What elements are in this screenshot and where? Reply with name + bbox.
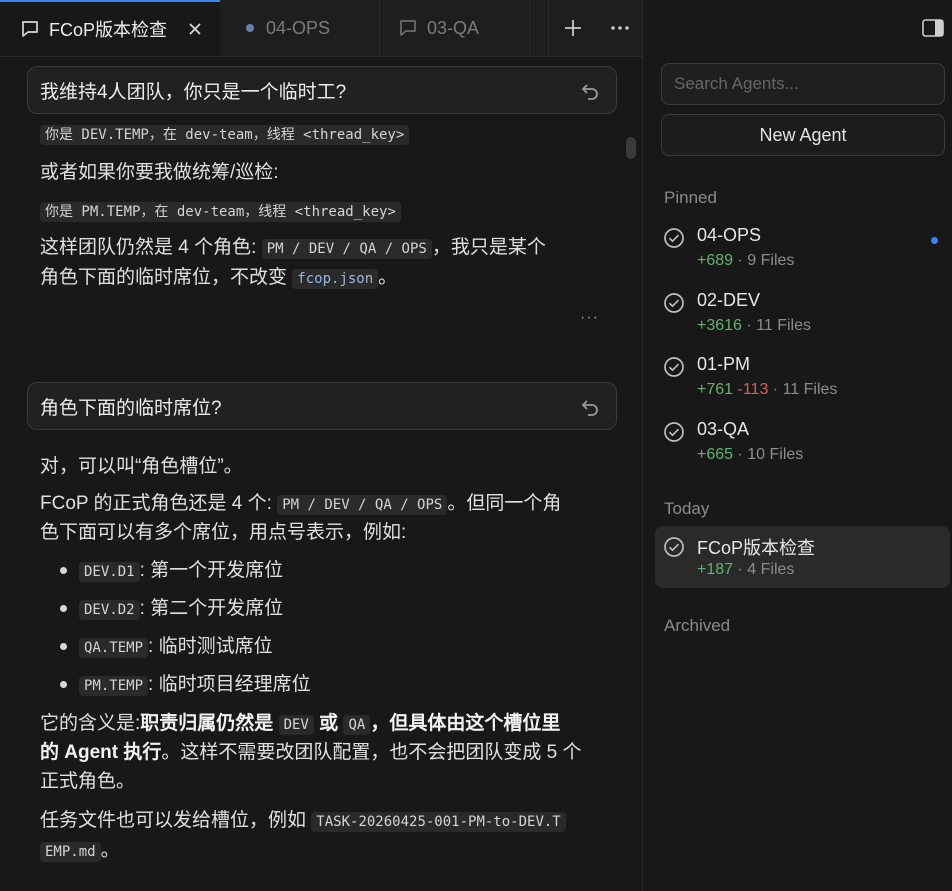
list-item: QA.TEMP: 临时测试席位 — [79, 632, 273, 663]
check-circle-icon — [664, 537, 684, 557]
tab-bar: FCoP版本检查 04-OPS 03-QA — [0, 0, 642, 57]
paragraph: EMP.md。 — [40, 836, 120, 867]
user-message[interactable]: 角色下面的临时席位? — [27, 382, 617, 430]
dot-icon — [246, 24, 254, 32]
agent-item-01-pm[interactable]: 01-PM +761 -113 · 11 Files — [655, 346, 950, 408]
agents-sidebar: New Agent Pinned 04-OPS +689 · 9 Files 0… — [643, 0, 952, 891]
pinned-section-title: Pinned — [664, 188, 717, 207]
chat-icon — [22, 21, 38, 37]
archived-section-title[interactable]: Archived — [664, 616, 730, 636]
message-more-icon[interactable]: ··· — [580, 309, 599, 327]
user-message-text: 我维持4人团队，你只是一个临时工? — [40, 81, 347, 103]
agent-stats: +665 · 10 Files — [697, 446, 804, 463]
bullet — [60, 681, 67, 688]
code-line: 你是 PM.TEMP，在 dev-team，线程 <thread_key> — [40, 196, 401, 227]
agent-name: FCoP版本检查 — [697, 538, 816, 558]
paragraph: 任务文件也可以发给槽位，例如 TASK-20260425-001-PM-to-D… — [40, 806, 566, 837]
search-agents-input[interactable] — [661, 63, 945, 105]
paragraph: 色下面可以有多个席位，用点号表示，例如: — [40, 522, 407, 543]
paragraph: 对，可以叫“角色槽位”。 — [40, 456, 243, 477]
tab-fcop-version-check[interactable]: FCoP版本检查 — [0, 0, 220, 56]
code-line: 你是 DEV.TEMP，在 dev-team，线程 <thread_key> — [40, 119, 410, 150]
paragraph: FCoP 的正式角色还是 4 个: PM / DEV / QA / OPS 。但同… — [40, 493, 562, 515]
sidebar-toggle-icon[interactable] — [922, 19, 944, 37]
tab-label: 03-QA — [427, 17, 480, 38]
paragraph: 正式角色。 — [40, 771, 136, 792]
paragraph: 角色下面的临时席位，不改变 fcop.json。 — [40, 267, 398, 289]
agent-stats: +761 -113 · 11 Files — [697, 381, 838, 398]
agent-item-02-dev[interactable]: 02-DEV +3616 · 11 Files — [655, 282, 950, 344]
bullet — [60, 567, 67, 574]
close-icon[interactable] — [187, 21, 203, 37]
unread-dot-icon — [931, 237, 938, 244]
agent-stats: +689 · 9 Files — [697, 252, 795, 269]
plus-icon[interactable] — [563, 18, 583, 38]
bullet — [60, 643, 67, 650]
chat-icon — [400, 20, 416, 36]
scrollbar-thumb[interactable] — [626, 137, 636, 159]
tab-label: 04-OPS — [266, 17, 331, 38]
agent-stats: +3616 · 11 Files — [697, 317, 812, 334]
list-item: PM.TEMP: 临时项目经理席位 — [79, 670, 311, 701]
list-item: DEV.D2: 第二个开发席位 — [79, 594, 283, 625]
agent-name: 03-QA — [697, 419, 750, 439]
agent-item-03-qa[interactable]: 03-QA +665 · 10 Files — [655, 411, 950, 473]
new-agent-button[interactable]: New Agent — [661, 114, 945, 156]
check-circle-icon — [664, 357, 684, 377]
today-section-title: Today — [664, 499, 710, 518]
user-message-text: 角色下面的临时席位? — [40, 397, 222, 419]
check-circle-icon — [664, 422, 684, 442]
list-item: DEV.D1: 第一个开发席位 — [79, 556, 283, 587]
agent-stats: +187 · 4 Files — [697, 561, 795, 578]
undo-icon[interactable] — [580, 81, 600, 101]
undo-icon[interactable] — [580, 397, 600, 417]
agent-name: 02-DEV — [697, 290, 761, 310]
tab-label: FCoP版本检查 — [49, 20, 168, 40]
user-message[interactable]: 我维持4人团队，你只是一个临时工? — [27, 66, 617, 114]
agent-item-fcop-version-check[interactable]: FCoP版本检查 +187 · 4 Files — [655, 526, 950, 588]
paragraph: 它的含义是:职责归属仍然是 DEV 或 QA ，但具体由这个槽位里 — [40, 713, 561, 735]
tab-actions — [548, 0, 643, 56]
bullet — [60, 605, 67, 612]
paragraph: 或者如果你要我做统筹/巡检: — [40, 162, 279, 183]
chat-transcript[interactable]: 我维持4人团队，你只是一个临时工? 你是 DEV.TEMP，在 dev-team… — [0, 56, 642, 891]
agent-item-04-ops[interactable]: 04-OPS +689 · 9 Files — [655, 217, 950, 279]
paragraph: 这样团队仍然是 4 个角色: PM / DEV / QA / OPS ，我只是某个 — [40, 237, 546, 259]
tab-04-ops[interactable]: 04-OPS — [220, 0, 380, 56]
paragraph: 的 Agent 执行。这样不需要改团队配置，也不会把团队变成 5 个 — [40, 742, 582, 763]
chat-pane: FCoP版本检查 04-OPS 03-QA 我维持4人团队，你只是一个临时工? … — [0, 0, 643, 891]
agent-name: 01-PM — [697, 354, 751, 374]
more-icon[interactable] — [610, 25, 630, 31]
agent-name: 04-OPS — [697, 225, 762, 245]
check-circle-icon — [664, 293, 684, 313]
check-circle-icon — [664, 228, 684, 248]
tab-03-qa[interactable]: 03-QA — [380, 0, 530, 56]
